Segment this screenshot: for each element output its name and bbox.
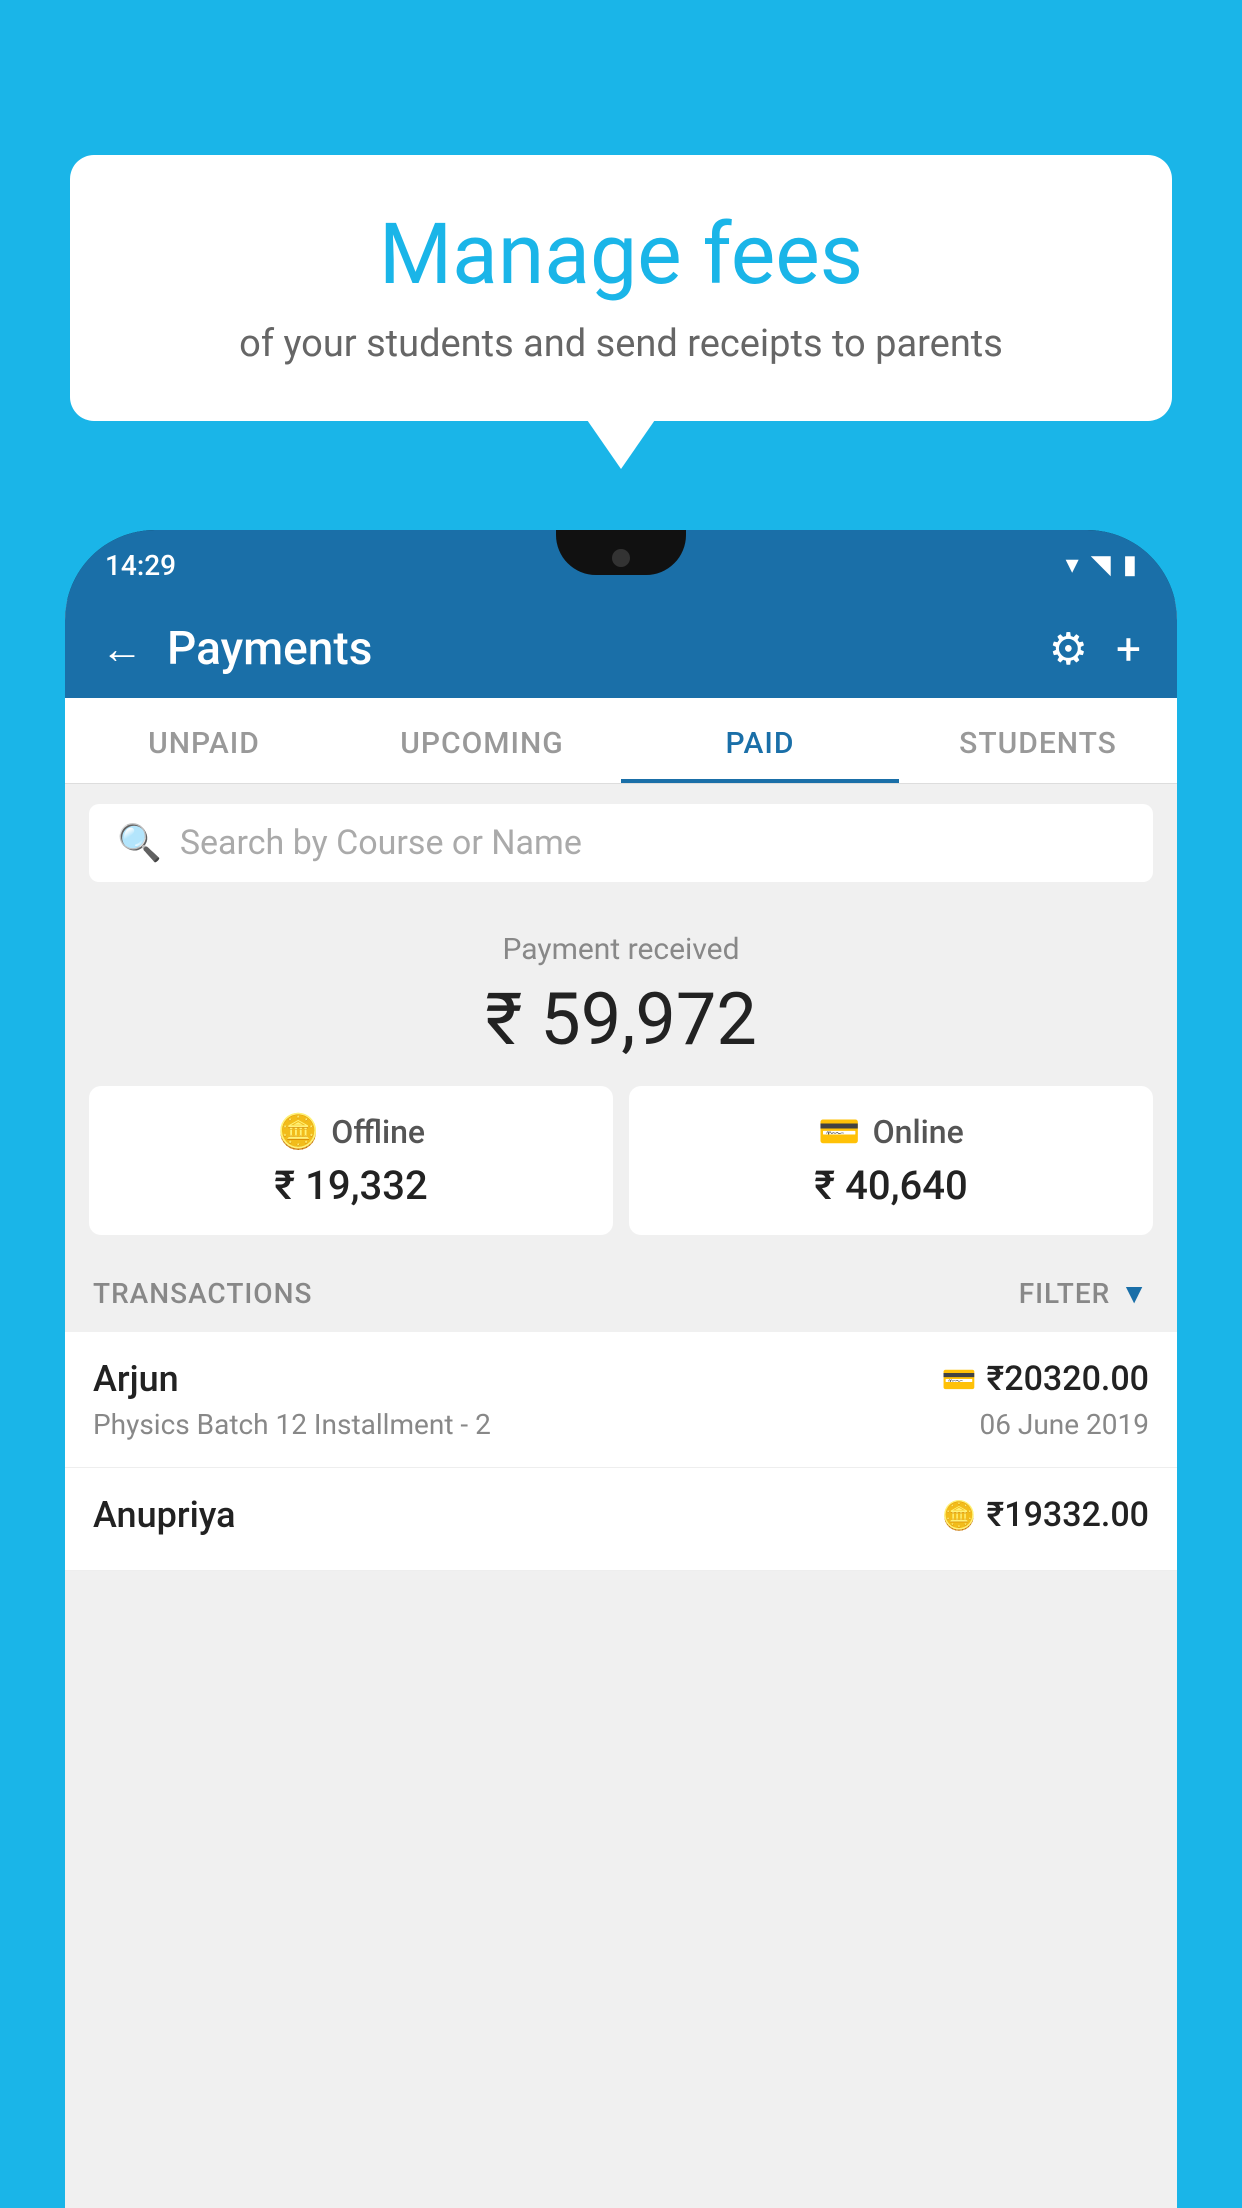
add-icon[interactable]: + (1116, 623, 1141, 675)
transaction-list: Arjun 💳 ₹20320.00 Physics Batch 12 Insta… (65, 1332, 1177, 1571)
filter-button[interactable]: FILTER ▼ (1019, 1277, 1149, 1310)
phone-notch (556, 530, 686, 575)
card-icon: 💳 (818, 1112, 860, 1152)
page-title: Payments (167, 622, 372, 676)
transaction-name: Arjun (93, 1358, 179, 1400)
phone-frame: 14:29 ▾ ◥ ▮ ← Payments ⚙ + UNPAID UPCOMI… (65, 530, 1177, 2208)
transaction-course: Physics Batch 12 Installment - 2 (93, 1408, 491, 1441)
transaction-name: Anupriya (93, 1494, 236, 1536)
camera (612, 549, 630, 567)
search-bar[interactable]: 🔍 Search by Course or Name (89, 804, 1153, 882)
status-icons: ▾ ◥ ▮ (1066, 550, 1137, 580)
search-icon: 🔍 (117, 822, 162, 864)
online-amount: ₹ 40,640 (649, 1162, 1133, 1209)
bubble-subtitle: of your students and send receipts to pa… (130, 322, 1112, 366)
transactions-label: TRANSACTIONS (93, 1277, 312, 1310)
online-payment-icon: 💳 (942, 1363, 977, 1396)
transaction-row-top: Anupriya 🪙 ₹19332.00 (93, 1494, 1149, 1536)
speech-bubble: Manage fees of your students and send re… (70, 155, 1172, 421)
payment-received-label: Payment received (89, 932, 1153, 967)
search-container: 🔍 Search by Course or Name (65, 784, 1177, 902)
filter-label: FILTER (1019, 1277, 1111, 1310)
offline-payment-icon: 🪙 (942, 1499, 977, 1532)
transactions-header: TRANSACTIONS FILTER ▼ (65, 1255, 1177, 1332)
tab-unpaid[interactable]: UNPAID (65, 698, 343, 783)
transaction-row-top: Arjun 💳 ₹20320.00 (93, 1358, 1149, 1400)
search-input[interactable]: Search by Course or Name (180, 823, 582, 863)
app-content: ← Payments ⚙ + UNPAID UPCOMING PAID STUD… (65, 600, 1177, 2208)
tab-upcoming[interactable]: UPCOMING (343, 698, 621, 783)
transaction-amount: ₹19332.00 (987, 1495, 1149, 1535)
offline-icon: 🪙 (277, 1112, 319, 1152)
transaction-date: 06 June 2019 (979, 1408, 1149, 1441)
payment-cards: 🪙 Offline ₹ 19,332 💳 Online ₹ 40,640 (89, 1086, 1153, 1235)
header-left: ← Payments (101, 622, 372, 676)
header-right: ⚙ + (1049, 623, 1141, 675)
tab-paid[interactable]: PAID (621, 698, 899, 783)
online-card-header: 💳 Online (649, 1112, 1133, 1152)
transaction-amount-wrap: 💳 ₹20320.00 (942, 1359, 1149, 1399)
bubble-title: Manage fees (130, 205, 1112, 304)
status-bar: 14:29 ▾ ◥ ▮ (65, 530, 1177, 600)
wifi-icon: ▾ (1066, 550, 1079, 580)
payment-total-amount: ₹ 59,972 (89, 977, 1153, 1062)
filter-icon: ▼ (1120, 1277, 1149, 1310)
battery-icon: ▮ (1123, 550, 1137, 580)
transaction-amount-wrap: 🪙 ₹19332.00 (942, 1495, 1149, 1535)
online-card: 💳 Online ₹ 40,640 (629, 1086, 1153, 1235)
table-row: Anupriya 🪙 ₹19332.00 (65, 1468, 1177, 1571)
online-label: Online (873, 1113, 964, 1151)
payment-summary: Payment received ₹ 59,972 🪙 Offline ₹ 19… (65, 902, 1177, 1255)
status-time: 14:29 (105, 549, 176, 582)
offline-card: 🪙 Offline ₹ 19,332 (89, 1086, 613, 1235)
transaction-sub: Physics Batch 12 Installment - 2 06 June… (93, 1408, 1149, 1441)
back-button[interactable]: ← (101, 625, 143, 674)
app-header: ← Payments ⚙ + (65, 600, 1177, 698)
table-row: Arjun 💳 ₹20320.00 Physics Batch 12 Insta… (65, 1332, 1177, 1468)
tab-students[interactable]: STUDENTS (899, 698, 1177, 783)
settings-icon[interactable]: ⚙ (1049, 623, 1088, 675)
transaction-amount: ₹20320.00 (987, 1359, 1149, 1399)
offline-card-header: 🪙 Offline (109, 1112, 593, 1152)
tab-bar: UNPAID UPCOMING PAID STUDENTS (65, 698, 1177, 784)
signal-icon: ◥ (1091, 550, 1111, 580)
offline-label: Offline (331, 1113, 425, 1151)
offline-amount: ₹ 19,332 (109, 1162, 593, 1209)
